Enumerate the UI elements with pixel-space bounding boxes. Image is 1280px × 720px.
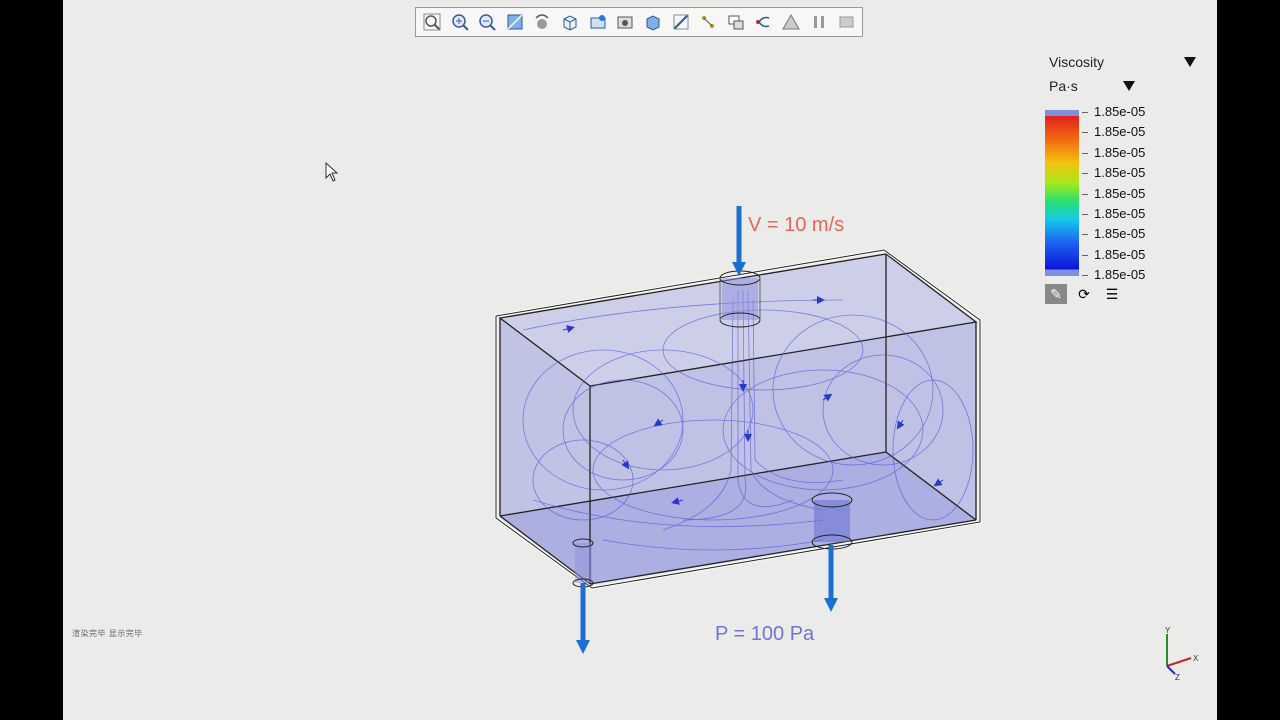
color-legend: Viscosity Pa·s 1.85e-05 1.85e-05 1.85e-05 1… <box>1040 50 1200 304</box>
legend-tick-value: 1.85e-05 <box>1081 224 1145 244</box>
dropdown-arrow-icon <box>1123 81 1135 91</box>
legend-tick-labels: 1.85e-05 1.85e-05 1.85e-05 1.85e-05 1.85e-05… <box>1081 102 1145 286</box>
pin-icon[interactable]: ✎ <box>1045 284 1067 304</box>
legend-tick-value: 1.85e-05 <box>1081 204 1145 224</box>
legend-tick-value: 1.85e-05 <box>1081 184 1145 204</box>
axis-triad-icon: Y X Z <box>1165 626 1199 681</box>
outlet-pressure-label: P = 100 Pa <box>715 623 815 645</box>
svg-text:Y: Y <box>1165 626 1171 635</box>
inlet-velocity-label: V = 10 m/s <box>748 214 845 236</box>
legend-tools: ✎ ⟳ ☰ <box>1045 284 1123 304</box>
mouse-cursor-icon <box>325 162 339 182</box>
reset-icon[interactable]: ⟳ <box>1073 284 1095 304</box>
3d-viewport[interactable]: V = 10 m/s P = 100 Pa Viscosity Pa·s 1.8… <box>63 0 1217 720</box>
outlet-arrow-left <box>576 583 590 654</box>
legend-tick-value: 1.85e-05 <box>1081 122 1145 142</box>
legend-tick-value: 1.85e-05 <box>1081 245 1145 265</box>
dropdown-arrow-icon <box>1184 57 1196 67</box>
legend-quantity-select[interactable]: Viscosity <box>1040 50 1200 74</box>
svg-text:Z: Z <box>1175 673 1180 681</box>
menu-icon[interactable]: ☰ <box>1101 284 1123 304</box>
legend-tick-value: 1.85e-05 <box>1081 143 1145 163</box>
outlet-pipe-right <box>811 492 853 550</box>
inlet-arrow <box>732 206 746 276</box>
status-text: 渲染完毕 显示完毕 <box>72 629 143 638</box>
inlet-pipe <box>719 270 761 328</box>
outlet-pipe-left <box>572 538 594 588</box>
legend-tick-value: 1.85e-05 <box>1081 163 1145 183</box>
legend-unit-select[interactable]: Pa·s <box>1040 74 1139 98</box>
svg-text:X: X <box>1193 654 1199 663</box>
legend-quantity-label: Viscosity <box>1049 54 1104 70</box>
legend-unit-label: Pa·s <box>1049 78 1078 94</box>
color-bar <box>1045 110 1079 276</box>
flow-scene[interactable] <box>63 0 1217 720</box>
legend-tick-value: 1.85e-05 <box>1081 102 1145 122</box>
legend-tick-value: 1.85e-05 <box>1081 265 1145 285</box>
outlet-arrow-right <box>824 545 838 612</box>
